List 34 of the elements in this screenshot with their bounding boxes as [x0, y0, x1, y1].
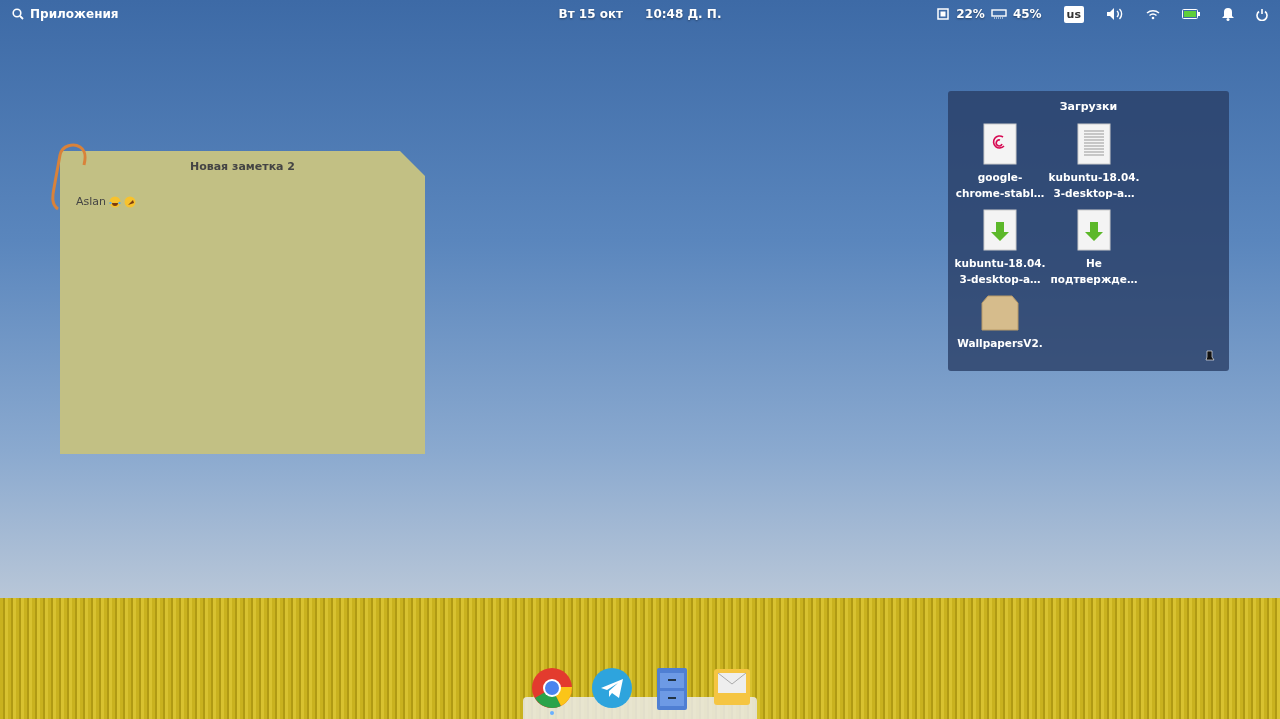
note-title: Новая заметка 2	[188, 160, 297, 173]
file-name[interactable]: kubuntu-18.04. 3-desktop-a…	[954, 255, 1046, 287]
document-icon	[1077, 123, 1111, 165]
wifi-icon[interactable]	[1146, 8, 1160, 20]
file-name[interactable]: Не подтвержде…	[1050, 255, 1138, 287]
volume-icon[interactable]	[1106, 7, 1124, 21]
file-name[interactable]: google- chrome-stabl…	[955, 169, 1045, 201]
note-text: Aslan	[76, 195, 107, 208]
memory-usage-text: 45%	[1012, 7, 1042, 21]
dock-app-button[interactable]	[530, 667, 574, 715]
search-icon	[12, 8, 24, 20]
swirl-file-icon	[983, 123, 1017, 165]
time-text[interactable]: 10:48 Д. П.	[645, 7, 722, 21]
download-file-icon	[983, 209, 1017, 251]
package-icon	[980, 295, 1020, 331]
file-name[interactable]: WallpapersV2.	[957, 335, 1043, 351]
bell-icon[interactable]	[1222, 7, 1234, 21]
folder-title: Загрузки	[1058, 100, 1119, 113]
power-icon[interactable]	[1256, 7, 1268, 21]
paper-plane-icon	[591, 667, 633, 709]
download-file-icon	[1077, 209, 1111, 251]
memory-icon	[990, 9, 1007, 19]
cpu-usage-text: 22%	[956, 7, 985, 21]
file-name[interactable]: kubuntu-18.04. 3-desktop-a…	[1048, 169, 1140, 201]
file-cabinet-icon	[656, 667, 688, 711]
laughing-emoji-icon	[109, 195, 122, 208]
browser-icon	[531, 667, 573, 709]
date-text[interactable]: Вт 15 окт	[558, 7, 624, 21]
applications-button[interactable]: Приложения	[12, 7, 119, 21]
resize-handle-icon[interactable]	[1205, 350, 1215, 361]
battery-icon[interactable]	[1182, 9, 1200, 19]
mail-icon	[713, 667, 751, 707]
chip-icon	[936, 7, 951, 21]
tilted-emoji-icon	[124, 195, 137, 208]
